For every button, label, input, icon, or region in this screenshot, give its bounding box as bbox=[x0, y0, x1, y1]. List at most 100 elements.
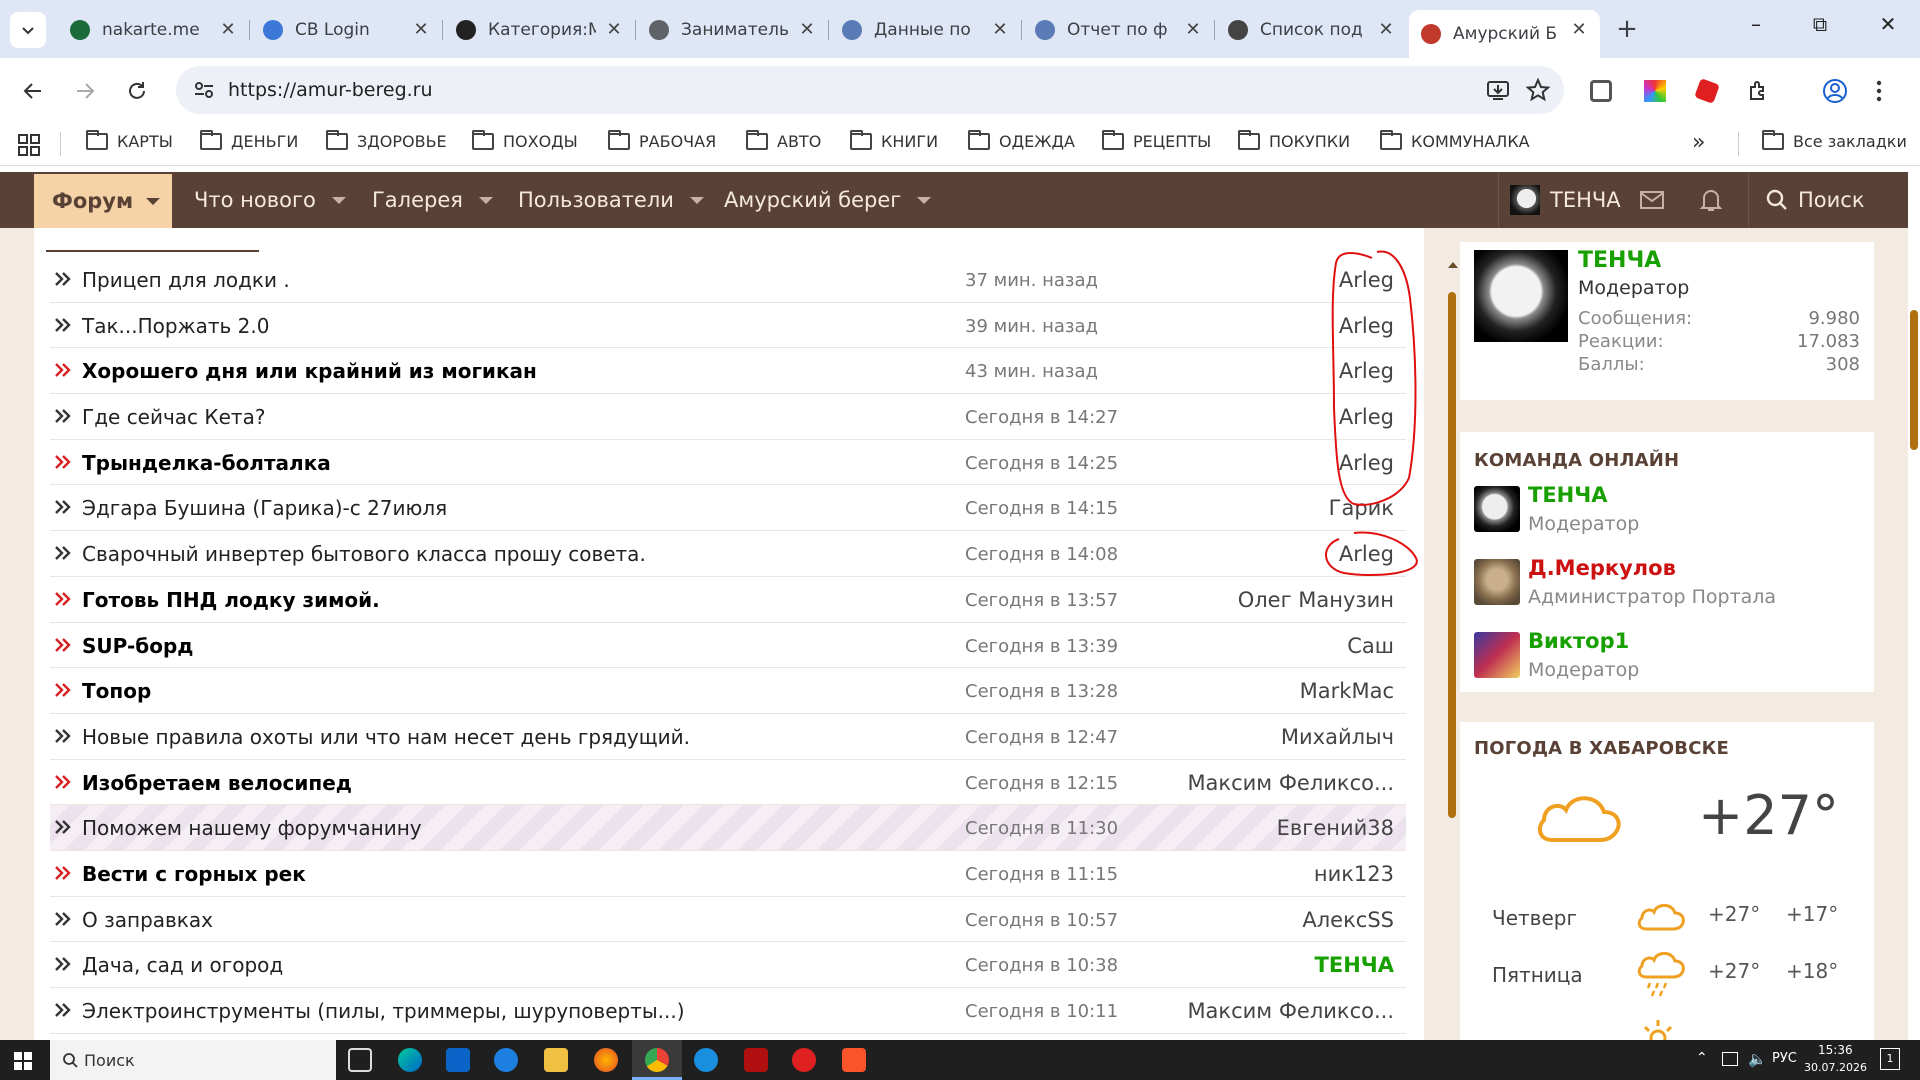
member-avatar[interactable] bbox=[1474, 486, 1520, 532]
clock-time[interactable]: 15:36 bbox=[1818, 1043, 1853, 1057]
close-tab-icon[interactable]: ✕ bbox=[603, 19, 625, 40]
close-window-button[interactable]: ✕ bbox=[1868, 12, 1908, 36]
outlook-icon[interactable] bbox=[446, 1048, 470, 1072]
bookmark-label: КОММУНАЛКА bbox=[1411, 132, 1530, 151]
file-explorer-icon[interactable] bbox=[544, 1048, 568, 1072]
reload-button[interactable] bbox=[124, 78, 150, 104]
apps-button[interactable] bbox=[18, 134, 40, 160]
scroll-up-arrow[interactable] bbox=[1448, 262, 1458, 268]
folder-icon bbox=[746, 130, 768, 150]
inbox-button[interactable] bbox=[1640, 172, 1664, 228]
caret-down-icon[interactable] bbox=[331, 196, 346, 204]
caret-down-icon[interactable] bbox=[689, 196, 704, 204]
close-tab-icon[interactable]: ✕ bbox=[1568, 19, 1590, 40]
chrome-taskbar-item[interactable] bbox=[632, 1040, 682, 1080]
member-name[interactable]: Виктор1 bbox=[1528, 629, 1629, 653]
nav-item[interactable]: Что нового bbox=[194, 188, 346, 212]
menu-button[interactable] bbox=[1866, 78, 1892, 104]
bookmark-folder[interactable]: ОДЕЖДА bbox=[968, 130, 1075, 151]
browser-tab[interactable]: nakarte.me ✕ bbox=[58, 10, 250, 50]
nav-forum[interactable]: Форум bbox=[34, 174, 172, 228]
browser-tab[interactable]: CB Login ✕ bbox=[251, 10, 443, 50]
close-tab-icon[interactable]: ✕ bbox=[1375, 19, 1397, 40]
minimize-button[interactable]: – bbox=[1736, 12, 1776, 36]
browser-tab[interactable]: Заниматель ✕ bbox=[637, 10, 829, 50]
weather-heading: ПОГОДА В ХАБАРОВСКЕ bbox=[1474, 738, 1730, 759]
firefox-icon[interactable] bbox=[594, 1048, 618, 1072]
nav-user-menu[interactable]: ТЕНЧА bbox=[1510, 172, 1621, 228]
taskbar-search[interactable]: Поиск bbox=[50, 1040, 336, 1080]
close-tab-icon[interactable]: ✕ bbox=[217, 19, 239, 40]
tab-search-button[interactable] bbox=[10, 12, 46, 48]
profile-name[interactable]: ТЕНЧА bbox=[1578, 248, 1661, 273]
close-tab-icon[interactable]: ✕ bbox=[989, 19, 1011, 40]
profile-button[interactable] bbox=[1822, 78, 1848, 104]
member-avatar[interactable] bbox=[1474, 559, 1520, 605]
maximize-button[interactable]: ⧉ bbox=[1800, 12, 1840, 36]
member-name[interactable]: Д.Меркулов bbox=[1528, 556, 1676, 580]
page-scrollbar[interactable] bbox=[1908, 166, 1920, 1040]
extensions-button[interactable] bbox=[1746, 78, 1772, 104]
brave-icon[interactable] bbox=[842, 1048, 866, 1072]
app-icon[interactable] bbox=[494, 1048, 518, 1072]
nav-item[interactable]: Пользователи bbox=[518, 188, 704, 212]
bookmark-folder[interactable]: ЗДОРОВЬЕ bbox=[326, 130, 447, 151]
ie-icon[interactable] bbox=[694, 1048, 718, 1072]
caret-down-icon[interactable] bbox=[478, 196, 493, 204]
new-tab-button[interactable]: + bbox=[1613, 14, 1641, 44]
bookmark-folder[interactable]: КАРТЫ bbox=[86, 130, 173, 151]
extension-red-button[interactable] bbox=[1694, 78, 1720, 104]
member-avatar[interactable] bbox=[1474, 632, 1520, 678]
profile-stat: Сообщения: 9.980 bbox=[1578, 308, 1860, 329]
bookmark-folder[interactable]: ПОКУПКИ bbox=[1238, 130, 1350, 151]
bookmark-star-icon[interactable] bbox=[1526, 78, 1550, 102]
pdf-icon[interactable] bbox=[744, 1048, 768, 1072]
bookmark-folder[interactable]: КОММУНАЛКА bbox=[1380, 130, 1530, 151]
volume-icon[interactable]: 🔈 bbox=[1748, 1050, 1767, 1068]
close-tab-icon[interactable]: ✕ bbox=[796, 19, 818, 40]
forward-button[interactable] bbox=[72, 78, 98, 104]
bookmark-folder[interactable]: КНИГИ bbox=[850, 130, 938, 151]
bookmark-folder[interactable]: ДЕНЬГИ bbox=[200, 130, 298, 151]
profile-avatar[interactable] bbox=[1474, 250, 1568, 342]
browser-tab[interactable]: Категория:М ✕ bbox=[444, 10, 636, 50]
bookmark-folder[interactable]: РАБОЧАЯ bbox=[608, 130, 716, 151]
install-app-icon[interactable] bbox=[1486, 78, 1510, 102]
browser-tab[interactable]: Отчет по ф ✕ bbox=[1023, 10, 1215, 50]
nav-item[interactable]: Галерея bbox=[372, 188, 493, 212]
extension-adblock-button[interactable] bbox=[1588, 78, 1614, 104]
close-tab-icon[interactable]: ✕ bbox=[1182, 19, 1204, 40]
nav-item[interactable]: Амурский берег bbox=[724, 188, 932, 212]
caret-down-icon[interactable] bbox=[146, 198, 160, 205]
alerts-button[interactable] bbox=[1700, 172, 1722, 228]
taskbar-search-label: Поиск bbox=[84, 1050, 135, 1070]
more-bookmarks-button[interactable]: » bbox=[1692, 130, 1705, 155]
language-indicator[interactable]: РУС bbox=[1772, 1051, 1797, 1066]
close-tab-icon[interactable]: ✕ bbox=[410, 19, 432, 40]
all-bookmarks-button[interactable]: Все закладки bbox=[1762, 130, 1907, 151]
extension-color-button[interactable] bbox=[1642, 78, 1668, 104]
bookmark-folder[interactable]: АВТО bbox=[746, 130, 821, 151]
browser-tab[interactable]: Амурский Б ✕ bbox=[1409, 10, 1600, 58]
back-button[interactable] bbox=[20, 78, 46, 104]
browser-tab[interactable]: Список под ✕ bbox=[1216, 10, 1407, 50]
caret-down-icon[interactable] bbox=[917, 196, 932, 204]
page-scrollbar-thumb[interactable] bbox=[1910, 310, 1918, 450]
edge-icon[interactable] bbox=[398, 1048, 422, 1072]
thread-list-scrollbar[interactable] bbox=[1448, 292, 1456, 818]
notification-center[interactable]: 1 bbox=[1880, 1048, 1900, 1070]
yandex-icon[interactable] bbox=[792, 1048, 816, 1072]
bookmark-folder[interactable]: ПОХОДЫ bbox=[472, 130, 578, 151]
task-view-icon[interactable] bbox=[348, 1048, 372, 1072]
address-bar[interactable]: https://amur-bereg.ru bbox=[176, 66, 1564, 114]
battery-icon[interactable] bbox=[1722, 1052, 1738, 1066]
site-settings-icon[interactable] bbox=[194, 81, 214, 99]
member-role: Администратор Портала bbox=[1528, 586, 1777, 608]
bookmark-folder[interactable]: РЕЦЕПТЫ bbox=[1102, 130, 1211, 151]
browser-tab[interactable]: Данные по ✕ bbox=[830, 10, 1022, 50]
start-button[interactable] bbox=[14, 1052, 32, 1074]
clock-date[interactable]: 30.07.2026 bbox=[1804, 1061, 1867, 1074]
tray-chevron-icon[interactable]: ⌃ bbox=[1696, 1050, 1708, 1066]
member-name[interactable]: ТЕНЧА bbox=[1528, 483, 1607, 507]
search-button[interactable]: Поиск bbox=[1766, 172, 1865, 228]
